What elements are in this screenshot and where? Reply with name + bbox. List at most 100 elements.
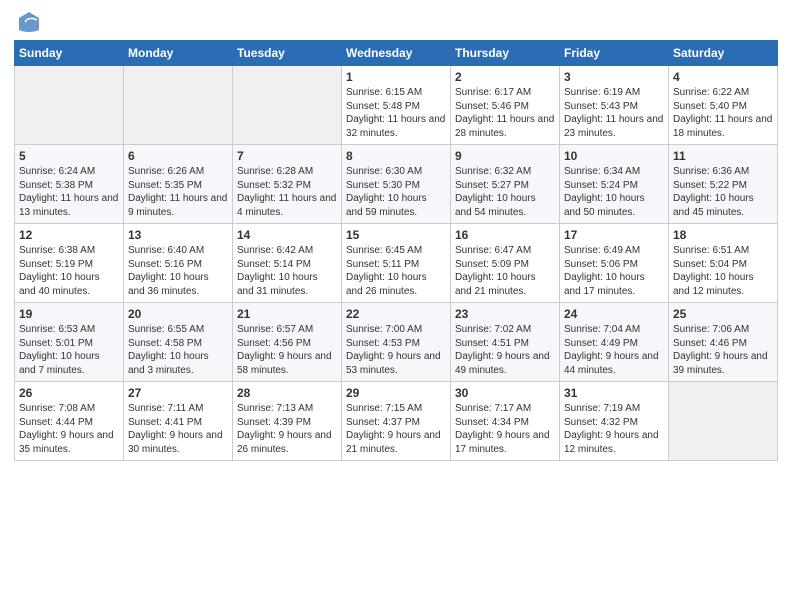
calendar-cell: 20Sunrise: 6:55 AMSunset: 4:58 PMDayligh… (124, 303, 233, 382)
cell-content: Sunrise: 6:30 AMSunset: 5:30 PMDaylight:… (346, 165, 446, 219)
cell-content: Sunrise: 7:04 AMSunset: 4:49 PMDaylight:… (564, 323, 664, 377)
weekday-header: Thursday (451, 41, 560, 66)
calendar-cell: 15 Sunrise: 6:45 AMSunset: 5:11 PMDayligh… (342, 224, 451, 303)
cell-content: Sunrise: 6:26 AMSunset: 5:35 PMDaylight:… (128, 165, 228, 219)
cell-content: Sunrise: 6:28 AMSunset: 5:32 PMDaylight:… (237, 165, 337, 219)
day-number: 29 (346, 386, 446, 400)
day-number: 25 (673, 307, 773, 321)
calendar-cell (15, 66, 124, 145)
cell-content: Sunrise: 6:34 AMSunset: 5:24 PMDaylight:… (564, 165, 664, 219)
day-number: 5 (19, 149, 119, 163)
cell-content: Sunrise: 6:17 AMSunset: 5:46 PMDaylight:… (455, 86, 555, 140)
calendar-cell: 11Sunrise: 6:36 AMSunset: 5:22 PMDayligh… (669, 145, 778, 224)
logo-icon (17, 10, 41, 34)
calendar-cell: 10 Sunrise: 6:34 AMSunset: 5:24 PMDayligh… (560, 145, 669, 224)
cell-content: Sunrise: 6:49 AMSunset: 5:06 PMDaylight:… (564, 244, 664, 298)
day-number: 3 (564, 70, 664, 84)
day-number: 26 (19, 386, 119, 400)
cell-content: Sunrise: 6:42 AMSunset: 5:14 PMDaylight:… (237, 244, 337, 298)
cell-content: Sunrise: 7:06 AMSunset: 4:46 PMDaylight:… (673, 323, 773, 377)
calendar-body: 1 Sunrise: 6:15 AMSunset: 5:48 PMDaylight… (15, 66, 778, 461)
calendar-cell: 13 Sunrise: 6:40 AMSunset: 5:16 PMDayligh… (124, 224, 233, 303)
weekday-header-row: SundayMondayTuesdayWednesdayThursdayFrid… (15, 41, 778, 66)
calendar-week-row: 5Sunrise: 6:24 AMSunset: 5:38 PMDaylight… (15, 145, 778, 224)
cell-content: Sunrise: 7:19 AMSunset: 4:32 PMDaylight:… (564, 402, 664, 456)
cell-content: Sunrise: 6:53 AMSunset: 5:01 PMDaylight:… (19, 323, 119, 377)
cell-content: Sunrise: 6:22 AMSunset: 5:40 PMDaylight:… (673, 86, 773, 140)
calendar-cell: 6Sunrise: 6:26 AMSunset: 5:35 PMDaylight… (124, 145, 233, 224)
calendar-week-row: 1 Sunrise: 6:15 AMSunset: 5:48 PMDaylight… (15, 66, 778, 145)
cell-content: Sunrise: 7:08 AMSunset: 4:44 PMDaylight:… (19, 402, 119, 456)
calendar-cell: 16 Sunrise: 6:47 AMSunset: 5:09 PMDayligh… (451, 224, 560, 303)
cell-content: Sunrise: 6:45 AMSunset: 5:11 PMDaylight:… (346, 244, 446, 298)
weekday-header: Friday (560, 41, 669, 66)
calendar-cell: 19 Sunrise: 6:53 AMSunset: 5:01 PMDayligh… (15, 303, 124, 382)
cell-content: Sunrise: 6:36 AMSunset: 5:22 PMDaylight:… (673, 165, 773, 219)
cell-content: Sunrise: 6:47 AMSunset: 5:09 PMDaylight:… (455, 244, 555, 298)
day-number: 1 (346, 70, 446, 84)
cell-content: Sunrise: 6:38 AMSunset: 5:19 PMDaylight:… (19, 244, 119, 298)
cell-content: Sunrise: 6:19 AMSunset: 5:43 PMDaylight:… (564, 86, 664, 140)
day-number: 28 (237, 386, 337, 400)
day-number: 23 (455, 307, 555, 321)
calendar-cell: 22 Sunrise: 7:00 AMSunset: 4:53 PMDayligh… (342, 303, 451, 382)
calendar-cell: 27 Sunrise: 7:11 AMSunset: 4:41 PMDayligh… (124, 382, 233, 461)
day-number: 30 (455, 386, 555, 400)
calendar-cell: 7Sunrise: 6:28 AMSunset: 5:32 PMDaylight… (233, 145, 342, 224)
calendar-cell: 14 Sunrise: 6:42 AMSunset: 5:14 PMDayligh… (233, 224, 342, 303)
calendar-cell (233, 66, 342, 145)
day-number: 19 (19, 307, 119, 321)
calendar-table: SundayMondayTuesdayWednesdayThursdayFrid… (14, 40, 778, 461)
calendar-cell: 18 Sunrise: 6:51 AMSunset: 5:04 PMDayligh… (669, 224, 778, 303)
calendar-cell: 8Sunrise: 6:30 AMSunset: 5:30 PMDaylight… (342, 145, 451, 224)
calendar-week-row: 12 Sunrise: 6:38 AMSunset: 5:19 PMDayligh… (15, 224, 778, 303)
day-number: 20 (128, 307, 228, 321)
weekday-header: Saturday (669, 41, 778, 66)
cell-content: Sunrise: 6:51 AMSunset: 5:04 PMDaylight:… (673, 244, 773, 298)
day-number: 21 (237, 307, 337, 321)
day-number: 10 (564, 149, 664, 163)
cell-content: Sunrise: 6:40 AMSunset: 5:16 PMDaylight:… (128, 244, 228, 298)
day-number: 9 (455, 149, 555, 163)
calendar-cell: 4 Sunrise: 6:22 AMSunset: 5:40 PMDaylight… (669, 66, 778, 145)
day-number: 17 (564, 228, 664, 242)
calendar-week-row: 26 Sunrise: 7:08 AMSunset: 4:44 PMDayligh… (15, 382, 778, 461)
day-number: 18 (673, 228, 773, 242)
calendar-page: SundayMondayTuesdayWednesdayThursdayFrid… (0, 0, 792, 612)
calendar-cell: 12 Sunrise: 6:38 AMSunset: 5:19 PMDayligh… (15, 224, 124, 303)
calendar-cell (669, 382, 778, 461)
calendar-cell: 9Sunrise: 6:32 AMSunset: 5:27 PMDaylight… (451, 145, 560, 224)
page-header (14, 10, 778, 34)
calendar-cell: 26 Sunrise: 7:08 AMSunset: 4:44 PMDayligh… (15, 382, 124, 461)
logo (14, 10, 41, 34)
weekday-header: Monday (124, 41, 233, 66)
weekday-header: Sunday (15, 41, 124, 66)
day-number: 4 (673, 70, 773, 84)
calendar-cell: 17 Sunrise: 6:49 AMSunset: 5:06 PMDayligh… (560, 224, 669, 303)
calendar-cell: 23 Sunrise: 7:02 AMSunset: 4:51 PMDayligh… (451, 303, 560, 382)
cell-content: Sunrise: 7:11 AMSunset: 4:41 PMDaylight:… (128, 402, 228, 456)
calendar-week-row: 19 Sunrise: 6:53 AMSunset: 5:01 PMDayligh… (15, 303, 778, 382)
cell-content: Sunrise: 6:57 AMSunset: 4:56 PMDaylight:… (237, 323, 337, 377)
calendar-cell: 25 Sunrise: 7:06 AMSunset: 4:46 PMDayligh… (669, 303, 778, 382)
day-number: 16 (455, 228, 555, 242)
cell-content: Sunrise: 7:15 AMSunset: 4:37 PMDaylight:… (346, 402, 446, 456)
day-number: 12 (19, 228, 119, 242)
day-number: 22 (346, 307, 446, 321)
calendar-cell: 30 Sunrise: 7:17 AMSunset: 4:34 PMDayligh… (451, 382, 560, 461)
day-number: 24 (564, 307, 664, 321)
cell-content: Sunrise: 7:17 AMSunset: 4:34 PMDaylight:… (455, 402, 555, 456)
day-number: 15 (346, 228, 446, 242)
calendar-cell (124, 66, 233, 145)
calendar-cell: 1 Sunrise: 6:15 AMSunset: 5:48 PMDaylight… (342, 66, 451, 145)
day-number: 14 (237, 228, 337, 242)
day-number: 13 (128, 228, 228, 242)
day-number: 31 (564, 386, 664, 400)
cell-content: Sunrise: 7:02 AMSunset: 4:51 PMDaylight:… (455, 323, 555, 377)
calendar-cell: 28Sunrise: 7:13 AMSunset: 4:39 PMDayligh… (233, 382, 342, 461)
calendar-cell: 29 Sunrise: 7:15 AMSunset: 4:37 PMDayligh… (342, 382, 451, 461)
calendar-cell: 5Sunrise: 6:24 AMSunset: 5:38 PMDaylight… (15, 145, 124, 224)
day-number: 27 (128, 386, 228, 400)
cell-content: Sunrise: 7:00 AMSunset: 4:53 PMDaylight:… (346, 323, 446, 377)
cell-content: Sunrise: 6:15 AMSunset: 5:48 PMDaylight:… (346, 86, 446, 140)
